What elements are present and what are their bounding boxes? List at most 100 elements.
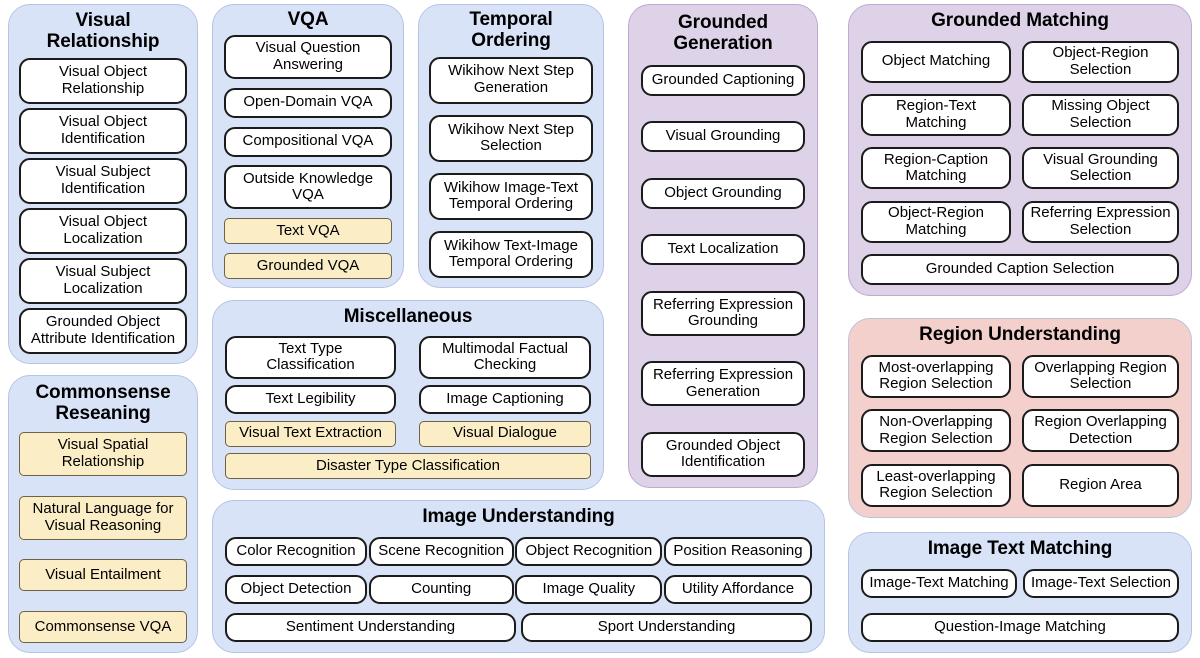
- task-pill[interactable]: Wikihow Next Step Selection: [429, 114, 593, 162]
- task-pill[interactable]: Text Type Classification: [225, 335, 396, 379]
- task-pill[interactable]: Natural Language for Visual Reasoning: [19, 495, 187, 540]
- task-row: Object Matching Object-Region Selection: [861, 40, 1179, 83]
- task-pill[interactable]: Grounded Object Attribute Identification: [19, 307, 187, 354]
- task-pill[interactable]: Wikihow Next Step Generation: [429, 56, 593, 104]
- task-row: Most-overlapping Region Selection Overla…: [861, 354, 1179, 398]
- task-pill[interactable]: Compositional VQA: [224, 126, 392, 157]
- task-pill[interactable]: Most-overlapping Region Selection: [861, 354, 1011, 398]
- group-title-grounded-generation: Grounded Generation: [673, 12, 773, 54]
- task-row: Text Legibility Image Captioning: [225, 385, 591, 415]
- task-row: Grounded Caption Selection: [861, 253, 1179, 285]
- task-pill[interactable]: Referring Expression Grounding: [641, 290, 805, 336]
- task-pill[interactable]: Visual Object Relationship: [19, 57, 187, 104]
- task-pill[interactable]: Referring Expression Selection: [1022, 200, 1179, 243]
- task-pill[interactable]: Region Overlapping Detection: [1022, 409, 1179, 453]
- task-pill[interactable]: Text Legibility: [225, 385, 396, 415]
- task-pill[interactable]: Visual Subject Localization: [19, 257, 187, 304]
- task-pill[interactable]: Image Captioning: [419, 385, 591, 415]
- task-pill[interactable]: Grounded Caption Selection: [861, 253, 1179, 285]
- task-row: Question-Image Matching: [861, 613, 1179, 642]
- task-list-miscellaneous: Text Type Classification Multimodal Fact…: [225, 335, 591, 479]
- group-visual-relationship: Visual Relationship Visual Object Relati…: [8, 4, 198, 364]
- task-row: Text Type Classification Multimodal Fact…: [225, 335, 591, 379]
- task-pill[interactable]: Referring Expression Generation: [641, 361, 805, 407]
- task-pill[interactable]: Question-Image Matching: [861, 613, 1179, 642]
- task-pill[interactable]: Visual Subject Identification: [19, 157, 187, 204]
- task-pill[interactable]: Multimodal Factual Checking: [419, 335, 591, 379]
- task-pill[interactable]: Visual Spatial Relationship: [19, 431, 187, 476]
- task-row: Non-Overlapping Region Selection Region …: [861, 409, 1179, 453]
- group-grounded-matching: Grounded Matching Object Matching Object…: [848, 4, 1192, 296]
- task-pill[interactable]: Disaster Type Classification: [225, 452, 591, 479]
- task-pill[interactable]: Least-overlapping Region Selection: [861, 463, 1011, 507]
- task-pill[interactable]: Visual Grounding: [641, 121, 805, 153]
- task-list-commonsense-reasoning: Visual Spatial Relationship Natural Lang…: [19, 431, 187, 643]
- task-pill[interactable]: Image Quality: [515, 574, 663, 604]
- task-list-vqa: Visual Question Answering Open-Domain VQ…: [224, 34, 392, 279]
- task-pill[interactable]: Visual Question Answering: [224, 34, 392, 79]
- task-list-image-understanding: Color Recognition Scene Recognition Obje…: [225, 536, 812, 642]
- task-list-visual-relationship: Visual Object Relationship Visual Object…: [19, 57, 187, 354]
- task-pill[interactable]: Commonsense VQA: [19, 610, 187, 643]
- task-pill[interactable]: Counting: [368, 574, 514, 604]
- task-pill[interactable]: Region Area: [1022, 463, 1179, 507]
- task-pill[interactable]: Object-Region Selection: [1022, 40, 1179, 83]
- task-pill[interactable]: Region-Text Matching: [861, 94, 1011, 137]
- task-list-temporal-ordering: Wikihow Next Step Generation Wikihow Nex…: [429, 56, 593, 278]
- group-region-understanding: Region Understanding Most-overlapping Re…: [848, 318, 1192, 518]
- group-image-text-matching: Image Text Matching Image-Text Matching …: [848, 532, 1192, 653]
- group-title-grounded-matching: Grounded Matching: [931, 10, 1109, 31]
- task-pill[interactable]: Non-Overlapping Region Selection: [861, 409, 1011, 453]
- task-row: Least-overlapping Region Selection Regio…: [861, 463, 1179, 507]
- task-pill[interactable]: Image-Text Matching: [861, 568, 1017, 598]
- task-pill[interactable]: Visual Grounding Selection: [1022, 147, 1179, 190]
- task-row: Image-Text Matching Image-Text Selection: [861, 568, 1179, 598]
- task-pill[interactable]: Text Localization: [641, 234, 805, 266]
- task-pill[interactable]: Missing Object Selection: [1022, 94, 1179, 137]
- task-pill[interactable]: Object Grounding: [641, 177, 805, 209]
- task-pill[interactable]: Wikihow Text-Image Temporal Ordering: [429, 230, 593, 278]
- task-pill[interactable]: Sport Understanding: [521, 612, 812, 642]
- task-list-image-text-matching: Image-Text Matching Image-Text Selection…: [861, 568, 1179, 642]
- task-pill[interactable]: Object Recognition: [515, 536, 663, 566]
- task-pill[interactable]: Grounded Object Identification: [641, 431, 805, 477]
- group-temporal-ordering: Temporal Ordering Wikihow Next Step Gene…: [418, 4, 604, 288]
- group-title-commonsense-reasoning: Commonsense Reseaning: [35, 382, 171, 424]
- task-pill[interactable]: Visual Object Localization: [19, 207, 187, 254]
- task-pill[interactable]: Sentiment Understanding: [225, 612, 516, 642]
- task-list-grounded-generation: Grounded Captioning Visual Grounding Obj…: [641, 64, 805, 477]
- task-pill[interactable]: Object-Region Matching: [861, 200, 1011, 243]
- group-image-understanding: Image Understanding Color Recognition Sc…: [212, 500, 825, 653]
- group-title-temporal-ordering: Temporal Ordering: [469, 9, 553, 51]
- task-pill[interactable]: Scene Recognition: [368, 536, 514, 566]
- group-commonsense-reasoning: Commonsense Reseaning Visual Spatial Rel…: [8, 375, 198, 653]
- group-title-vqa: VQA: [287, 9, 329, 30]
- task-pill[interactable]: Visual Text Extraction: [225, 420, 396, 447]
- task-pill[interactable]: Object Detection: [225, 574, 367, 604]
- group-title-region-understanding: Region Understanding: [919, 324, 1121, 345]
- task-pill[interactable]: Utility Affordance: [663, 574, 812, 604]
- task-pill[interactable]: Visual Dialogue: [419, 420, 591, 447]
- task-pill[interactable]: Object Matching: [861, 40, 1011, 83]
- group-title-image-text-matching: Image Text Matching: [927, 538, 1113, 559]
- task-pill[interactable]: Position Reasoning: [663, 536, 812, 566]
- task-row: Sentiment Understanding Sport Understand…: [225, 612, 812, 642]
- task-pill[interactable]: Color Recognition: [225, 536, 367, 566]
- task-pill[interactable]: Open-Domain VQA: [224, 87, 392, 118]
- task-pill[interactable]: Outside Knowledge VQA: [224, 165, 392, 210]
- group-title-visual-relationship: Visual Relationship: [46, 10, 160, 52]
- task-list-region-understanding: Most-overlapping Region Selection Overla…: [861, 354, 1179, 507]
- task-pill[interactable]: Overlapping Region Selection: [1022, 354, 1179, 398]
- task-pill[interactable]: Grounded VQA: [224, 252, 392, 279]
- task-pill[interactable]: Text VQA: [224, 218, 392, 245]
- task-pill[interactable]: Region-Caption Matching: [861, 147, 1011, 190]
- task-pill[interactable]: Wikihow Image-Text Temporal Ordering: [429, 172, 593, 220]
- task-pill[interactable]: Visual Entailment: [19, 559, 187, 592]
- task-row: Object-Region Matching Referring Express…: [861, 200, 1179, 243]
- group-miscellaneous: Miscellaneous Text Type Classification M…: [212, 300, 604, 490]
- task-pill[interactable]: Grounded Captioning: [641, 64, 805, 96]
- task-row: Visual Text Extraction Visual Dialogue: [225, 420, 591, 447]
- group-title-miscellaneous: Miscellaneous: [343, 306, 473, 327]
- task-pill[interactable]: Image-Text Selection: [1023, 568, 1179, 598]
- task-pill[interactable]: Visual Object Identification: [19, 107, 187, 154]
